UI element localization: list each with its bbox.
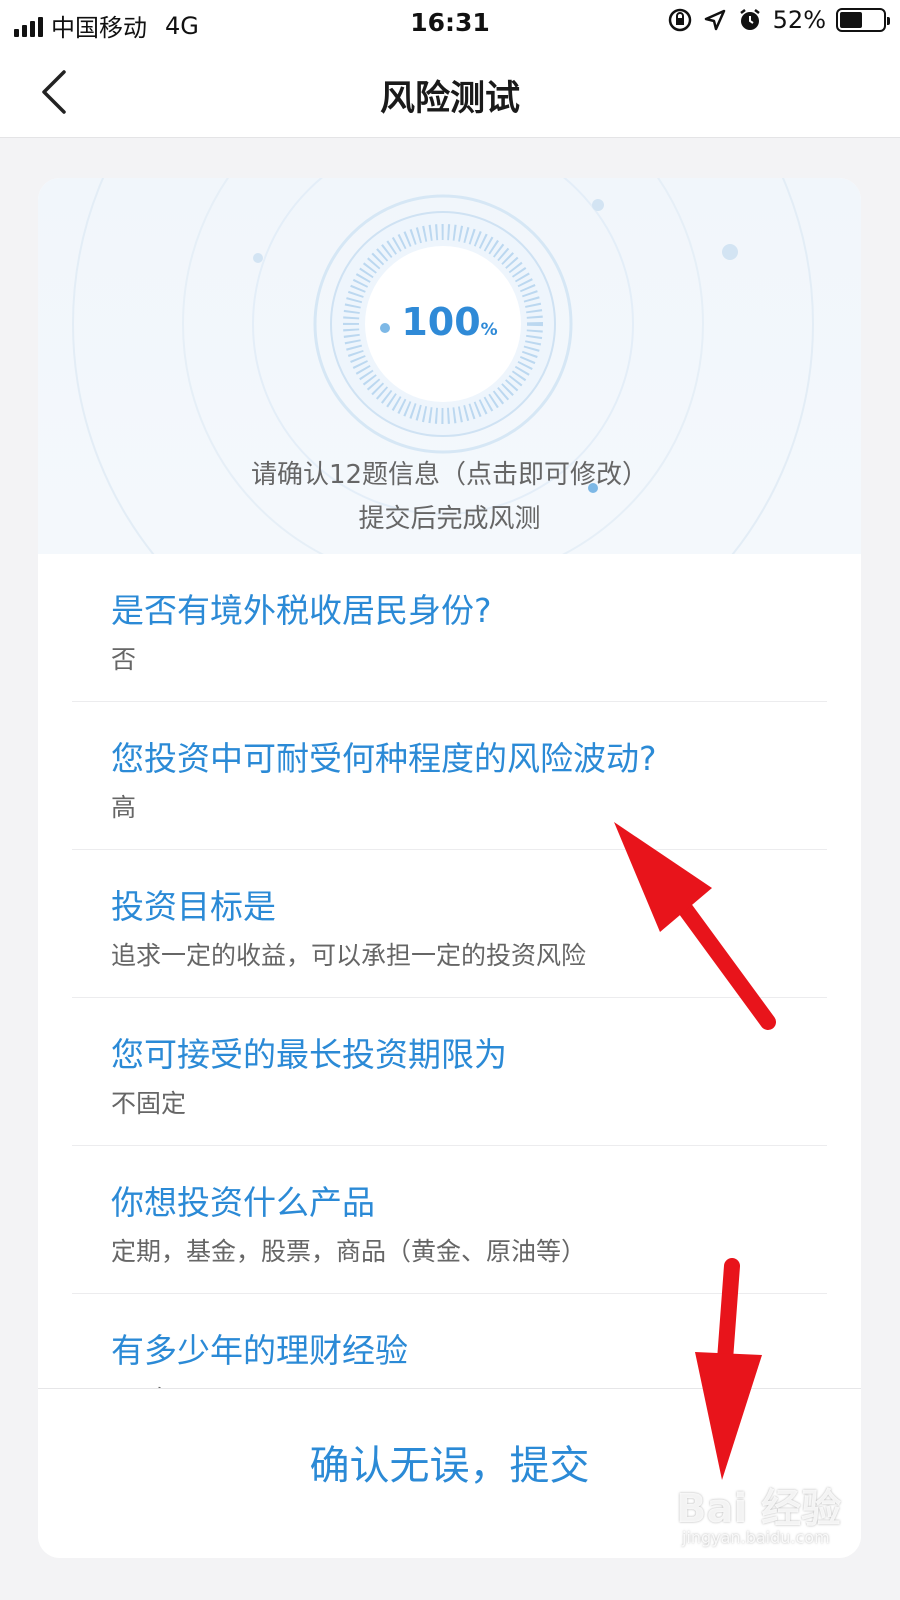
question-answer: 3-5年 (111, 1380, 177, 1388)
status-right: 52% (667, 6, 890, 34)
question-text: 是否有境外税收居民身份? (111, 591, 492, 630)
question-answer: 高 (111, 793, 137, 822)
page-title: 风险测试 (379, 79, 520, 119)
question-item[interactable]: 是否有境外税收居民身份? 否 (72, 554, 827, 702)
nav-bar: 风险测试 (0, 46, 900, 138)
progress-hero: 100% 请确认12题信息（点击即可修改） 提交后完成风测 (38, 178, 861, 554)
watermark-url: jingyan.baidu.com (682, 1528, 830, 1547)
watermark-text: Bai 经验 (676, 1486, 842, 1532)
battery-percent: 52% (772, 6, 826, 34)
question-item[interactable]: 你想投资什么产品 定期，基金，股票，商品（黄金、原油等） (72, 1146, 827, 1294)
submit-hint: 提交后完成风测 (358, 504, 541, 534)
battery-fill (840, 12, 862, 28)
question-text: 投资目标是 (111, 887, 276, 926)
question-text: 你想投资什么产品 (111, 1183, 375, 1222)
question-answer: 追求一定的收益，可以承担一定的投资风险 (111, 941, 587, 970)
question-item[interactable]: 投资目标是 追求一定的收益，可以承担一定的投资风险 (72, 850, 827, 998)
question-item[interactable]: 您投资中可耐受何种程度的风险波动? 高 (72, 702, 827, 850)
status-bar: 中国移动 4G 16:31 52% (0, 0, 900, 46)
question-text: 您可接受的最长投资期限为 (111, 1035, 507, 1074)
screen-rotation-lock-icon (668, 8, 691, 32)
baidu-jingyan-watermark: Bai 经验 jingyan.baidu.com (676, 1470, 886, 1560)
progress-unit: % (480, 320, 498, 340)
progress-value: 100 (401, 300, 481, 344)
battery-icon (836, 8, 890, 32)
confirm-instruction: 请确认12题信息（点击即可修改） (250, 460, 649, 490)
location-arrow-icon (704, 9, 725, 31)
progress-percent: 100% (38, 300, 861, 344)
question-answer: 不固定 (111, 1089, 187, 1118)
question-text: 有多少年的理财经验 (111, 1331, 408, 1370)
question-item[interactable]: 有多少年的理财经验 3-5年 (72, 1294, 827, 1388)
risk-test-card: 100% 请确认12题信息（点击即可修改） 提交后完成风测 是否有境外税收居民身… (38, 178, 861, 1558)
question-answer: 否 (111, 645, 137, 674)
alarm-icon (739, 9, 760, 30)
question-item[interactable]: 您可接受的最长投资期限为 不固定 (72, 998, 827, 1146)
question-list: 是否有境外税收居民身份? 否 您投资中可耐受何种程度的风险波动? 高 投资目标是… (38, 554, 861, 1388)
question-answer: 定期，基金，股票，商品（黄金、原油等） (111, 1237, 587, 1266)
question-text: 您投资中可耐受何种程度的风险波动? (111, 739, 657, 778)
